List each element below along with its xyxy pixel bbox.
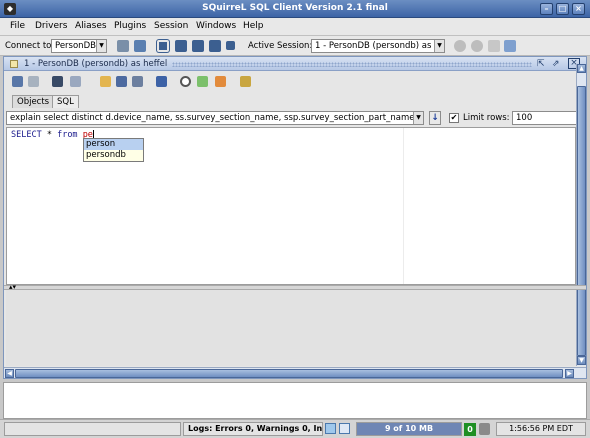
chevron-down-icon: ▼ bbox=[96, 40, 106, 52]
refresh-tree-icon[interactable] bbox=[28, 76, 39, 87]
menu-drivers[interactable]: Drivers bbox=[35, 21, 67, 31]
tab-objects-label: Objects bbox=[17, 97, 50, 107]
menu-plugins[interactable]: Plugins bbox=[114, 21, 146, 31]
session-properties-icon[interactable] bbox=[12, 76, 23, 87]
active-session-value: 1 - PersonDB (persondb) as ... bbox=[315, 41, 443, 51]
run-sql-icon[interactable] bbox=[52, 76, 63, 87]
detach-icon[interactable]: ⇗ bbox=[552, 59, 562, 69]
horizontal-scrollbar[interactable]: ◀ ▶ bbox=[4, 367, 586, 378]
save-icon[interactable] bbox=[116, 76, 127, 87]
session-toolbar: Connect to: PersonDB ▼ Active Session: 1… bbox=[0, 36, 590, 56]
editor-margin-line bbox=[403, 128, 404, 284]
session-frame-title-bar[interactable]: 1 - PersonDB (persondb) as heffel ⇱ ⇗ × bbox=[4, 57, 586, 71]
completion-item-persondb[interactable]: persondb bbox=[84, 150, 143, 161]
window-title: SQuirreL SQL Client Version 2.1 final bbox=[202, 3, 388, 13]
scroll-up-icon[interactable]: ▲ bbox=[577, 64, 586, 73]
sql-line: SELECT * from pe bbox=[11, 130, 94, 140]
active-session-label: Active Session: bbox=[248, 41, 313, 51]
menu-windows[interactable]: Windows bbox=[196, 21, 236, 31]
completion-item-person[interactable]: person bbox=[84, 139, 143, 150]
tab-sql-label: SQL bbox=[57, 97, 74, 107]
logs-status[interactable]: Logs: Errors 0, Warnings 0, Infos 10 bbox=[183, 422, 323, 436]
scrollbar-thumb[interactable] bbox=[577, 86, 586, 356]
connect-to-value: PersonDB bbox=[55, 41, 96, 51]
menu-bar: File Drivers Aliases Plugins Session Win… bbox=[0, 18, 590, 36]
save-as-icon[interactable] bbox=[132, 76, 143, 87]
message-pane bbox=[3, 382, 587, 419]
status-message-field bbox=[4, 422, 181, 436]
close-icon[interactable]: × bbox=[572, 3, 585, 15]
horizontal-scrollbar-thumb[interactable] bbox=[15, 369, 563, 378]
limit-rows-input[interactable]: 100 bbox=[512, 111, 584, 125]
status-bar: Logs: Errors 0, Warnings 0, Infos 10 9 o… bbox=[0, 419, 590, 438]
completion-popup: person persondb bbox=[83, 138, 144, 162]
trash-icon[interactable] bbox=[479, 423, 490, 435]
scroll-down-icon[interactable]: ▼ bbox=[577, 356, 586, 365]
session-frame-title: 1 - PersonDB (persondb) as heffel bbox=[24, 59, 168, 69]
gc-counter: 0 bbox=[464, 423, 476, 436]
bookmark-icon[interactable] bbox=[156, 76, 167, 87]
monitor-icon[interactable] bbox=[339, 423, 350, 434]
chart-icon[interactable] bbox=[215, 76, 226, 87]
vertical-scrollbar[interactable]: ▲ ▼ bbox=[576, 64, 586, 366]
scroll-left-icon[interactable]: ◀ bbox=[5, 369, 14, 378]
sql-editor[interactable]: SELECT * from pe person persondb bbox=[6, 127, 576, 285]
sql-text: * bbox=[41, 130, 58, 140]
search-icon[interactable] bbox=[180, 76, 191, 87]
menu-session[interactable]: Session bbox=[154, 21, 188, 31]
sql-options-bar: explain select distinct d.device_name, s… bbox=[6, 109, 584, 127]
window-title-bar[interactable]: ◆ SQuirreL SQL Client Version 2.1 final … bbox=[0, 0, 590, 18]
minimize-icon[interactable]: – bbox=[540, 3, 553, 15]
tile-horizontal-icon[interactable] bbox=[175, 40, 187, 52]
connect-to-select[interactable]: PersonDB ▼ bbox=[51, 39, 107, 53]
grip-texture bbox=[172, 62, 532, 67]
connect-icon[interactable] bbox=[117, 40, 129, 52]
cascade-icon[interactable] bbox=[209, 40, 221, 52]
open-file-icon[interactable] bbox=[100, 76, 111, 87]
tab-sql[interactable]: SQL bbox=[52, 95, 79, 108]
memory-usage-bar: 9 of 10 MB bbox=[356, 422, 462, 436]
limit-rows-value: 100 bbox=[516, 113, 533, 123]
graph-icon[interactable] bbox=[197, 76, 208, 87]
sql-script-icon[interactable] bbox=[240, 76, 251, 87]
log-icon[interactable] bbox=[325, 423, 336, 434]
active-session-select[interactable]: 1 - PersonDB (persondb) as ... ▼ bbox=[311, 39, 445, 53]
chevron-down-icon: ▼ bbox=[413, 112, 423, 124]
run-icon[interactable] bbox=[454, 40, 466, 52]
tile-icon[interactable] bbox=[157, 40, 169, 52]
document-icon bbox=[10, 60, 18, 68]
tab-objects[interactable]: Objects bbox=[12, 95, 55, 108]
sql-history-select[interactable]: explain select distinct d.device_name, s… bbox=[6, 111, 424, 125]
sql-history-value: explain select distinct d.device_name, s… bbox=[10, 113, 424, 123]
sql-keyword-select: SELECT bbox=[11, 130, 42, 140]
menu-aliases[interactable]: Aliases bbox=[75, 21, 107, 31]
menu-file[interactable]: File bbox=[10, 21, 25, 31]
run-all-icon[interactable] bbox=[70, 76, 81, 87]
settings-icon[interactable] bbox=[504, 40, 516, 52]
connect-to-label: Connect to: bbox=[5, 41, 55, 51]
arrow-down-icon[interactable]: ↓ bbox=[429, 111, 441, 125]
restore-icon[interactable]: ⇱ bbox=[537, 59, 547, 69]
clock: 1:56:56 PM EDT bbox=[496, 422, 586, 436]
limit-rows-checkbox[interactable]: ✔ bbox=[449, 113, 459, 123]
maximize-icon[interactable]: □ bbox=[556, 3, 569, 15]
chevron-down-icon: ▼ bbox=[434, 40, 444, 52]
tile-vertical-icon[interactable] bbox=[192, 40, 204, 52]
refresh-icon[interactable] bbox=[488, 40, 500, 52]
scroll-right-icon[interactable]: ▶ bbox=[565, 369, 574, 378]
sql-keyword-from: from bbox=[57, 130, 78, 140]
new-session-icon[interactable] bbox=[134, 40, 146, 52]
sql-toolbar bbox=[4, 71, 586, 93]
limit-rows-label: Limit rows: bbox=[463, 113, 510, 123]
results-pane bbox=[6, 290, 576, 366]
stop-icon[interactable] bbox=[471, 40, 483, 52]
maximize-all-icon[interactable] bbox=[226, 41, 235, 50]
menu-help[interactable]: Help bbox=[243, 21, 264, 31]
session-frame: 1 - PersonDB (persondb) as heffel ⇱ ⇗ × … bbox=[3, 56, 587, 379]
